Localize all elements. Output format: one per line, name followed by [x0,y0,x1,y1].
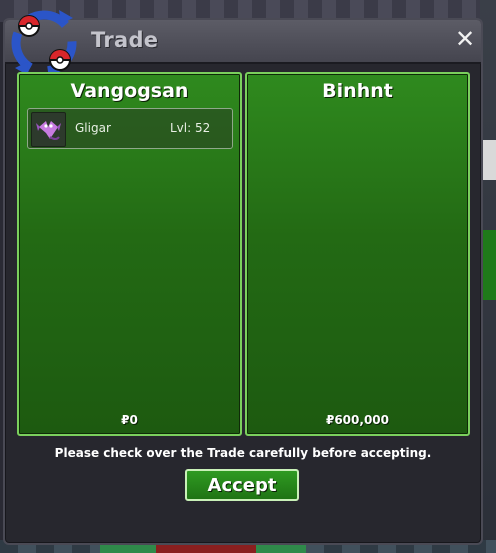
trade-panel-partner: Binhnt ₽600,000 [245,72,470,436]
window-title: Trade [91,28,159,52]
player-name: Binhnt [322,80,393,102]
trade-notice: Please check over the Trade carefully be… [54,446,432,460]
gligar-sprite-icon [31,112,66,147]
player-name: Vangogsan [70,80,189,102]
trade-item-pokemon[interactable]: Gligar Lvl: 52 [27,108,233,149]
pokemon-name: Gligar [75,121,111,135]
close-icon[interactable]: ✕ [453,27,477,51]
accept-button[interactable]: Accept [185,469,299,501]
money-offer: ₽600,000 [325,413,389,427]
trade-panel-self: Vangogsan Gligar Lvl: 52 ₽0 [17,72,242,436]
money-offer: ₽0 [121,413,138,427]
pokemon-level: Lvl: 52 [170,121,211,135]
trade-window: Trade ✕ Vangogsan Gligar Lvl: 52 ₽0 Binh… [3,10,483,545]
